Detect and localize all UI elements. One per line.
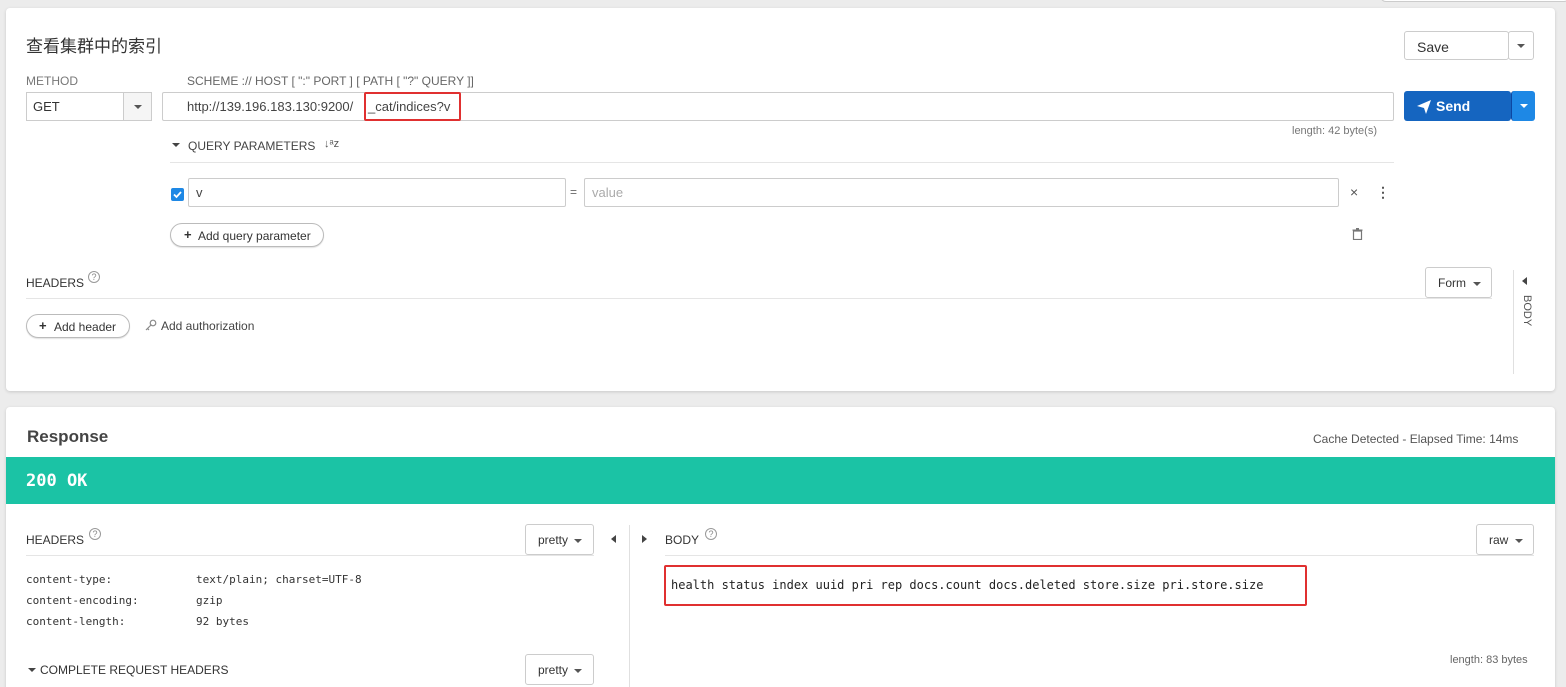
body-format-label: raw — [1489, 533, 1509, 547]
top-right-partial-control — [1380, 0, 1566, 2]
header-row-content-type: content-type: text/plain; charset=UTF-8 — [26, 573, 362, 586]
query-params-label: QUERY PARAMETERS — [188, 139, 316, 153]
header-name: content-length: — [26, 615, 126, 628]
param-checkbox[interactable] — [171, 188, 184, 201]
caret-down-icon — [28, 668, 36, 672]
add-header-label: Add header — [54, 320, 117, 334]
response-headers-help-icon[interactable]: ? — [89, 528, 101, 540]
param-name-value: v — [196, 185, 203, 200]
response-panel: Response Cache Detected - Elapsed Time: … — [6, 407, 1555, 687]
trash-icon[interactable] — [1352, 228, 1363, 241]
complete-headers-format-select[interactable]: pretty — [525, 654, 594, 685]
chevron-down-icon — [574, 669, 582, 673]
chevron-down-icon — [1520, 104, 1528, 108]
send-button-label: Send — [1436, 98, 1471, 114]
plus-icon: + — [184, 227, 192, 242]
remove-param-icon[interactable]: × — [1350, 184, 1358, 200]
header-value: gzip — [196, 594, 223, 607]
response-body-help-icon[interactable]: ? — [705, 528, 717, 540]
response-body-highlight: health status index uuid pri rep docs.co… — [664, 565, 1307, 606]
chevron-down-icon — [1473, 282, 1481, 286]
complete-request-headers-label: COMPLETE REQUEST HEADERS — [40, 663, 229, 677]
header-name: content-encoding: — [26, 594, 139, 607]
response-headers-label: HEADERS — [26, 533, 85, 547]
body-side-toggle[interactable]: BODY — [1516, 274, 1538, 344]
header-row-content-length: content-length: 92 bytes — [26, 615, 249, 628]
headers-format-label: pretty — [538, 533, 569, 547]
url-host-text: http://139.196.183.130:9200/ — [187, 99, 354, 114]
form-label: Form — [1438, 276, 1466, 290]
query-params-divider — [170, 162, 1394, 163]
url-path-highlight: _cat/indices?v — [364, 92, 461, 121]
chevron-down-icon — [1515, 539, 1523, 543]
cache-status-text: Cache Detected - Elapsed Time: 14ms — [1313, 432, 1519, 446]
add-query-param-button[interactable]: + Add query parameter — [170, 223, 324, 247]
body-side-label: BODY — [1521, 295, 1533, 327]
column-divider — [629, 525, 630, 687]
response-body-divider — [665, 555, 1534, 556]
response-headers-divider — [26, 555, 594, 556]
chevron-down-icon — [574, 539, 582, 543]
caret-left-icon — [1522, 277, 1527, 285]
response-body-label: BODY — [665, 533, 700, 547]
header-value: text/plain; charset=UTF-8 — [196, 573, 362, 586]
status-bar: 200 OK — [6, 457, 1555, 504]
save-button-label: Save — [1417, 39, 1449, 55]
request-panel: 查看集群中的索引 Save METHOD GET SCHEME :// HOST… — [6, 8, 1555, 391]
response-body-length: length: 83 bytes — [1450, 654, 1528, 666]
caret-down-icon — [172, 143, 180, 147]
param-value-input[interactable]: value — [584, 178, 1339, 207]
checkmark-icon — [173, 191, 182, 199]
collapse-left-icon[interactable] — [611, 535, 616, 543]
param-name-input[interactable]: v — [188, 178, 566, 207]
response-body-text: health status index uuid pri rep docs.co… — [671, 578, 1264, 592]
send-button[interactable]: Send — [1404, 91, 1511, 121]
query-params-toggle[interactable]: QUERY PARAMETERS ↓ᵃz — [172, 138, 352, 154]
method-select[interactable]: GET — [26, 92, 152, 121]
param-more-icon[interactable]: ⋮ — [1376, 184, 1390, 201]
header-value: 92 bytes — [196, 615, 249, 628]
key-icon — [145, 319, 157, 331]
save-options-button[interactable] — [1508, 31, 1534, 60]
url-scheme-hint: SCHEME :// HOST [ ":" PORT ] [ PATH [ "?… — [187, 74, 474, 88]
headers-divider — [26, 298, 1492, 299]
request-title: 查看集群中的索引 — [26, 37, 162, 56]
complete-format-label: pretty — [538, 663, 569, 677]
send-options-button[interactable] — [1511, 91, 1535, 121]
url-input[interactable]: http://139.196.183.130:9200/ _cat/indice… — [162, 92, 1394, 121]
body-format-select[interactable]: raw — [1476, 524, 1534, 555]
add-authorization-link[interactable]: Add authorization — [145, 318, 265, 334]
param-value-placeholder: value — [592, 185, 624, 200]
add-authorization-label: Add authorization — [161, 319, 255, 333]
plus-icon: + — [39, 318, 47, 333]
add-header-button[interactable]: + Add header — [26, 314, 130, 338]
param-equals-sign: = — [570, 185, 578, 199]
method-label: METHOD — [26, 74, 78, 88]
complete-request-headers-toggle[interactable]: COMPLETE REQUEST HEADERS — [26, 663, 246, 679]
header-row-content-encoding: content-encoding: gzip — [26, 594, 223, 607]
chevron-down-icon — [134, 105, 142, 109]
add-query-param-label: Add query parameter — [198, 229, 311, 243]
expand-right-icon[interactable] — [642, 535, 647, 543]
body-side-divider — [1513, 270, 1514, 374]
save-button[interactable]: Save — [1404, 31, 1509, 60]
send-icon — [1417, 100, 1431, 114]
method-dropdown-arrow — [123, 93, 151, 120]
header-name: content-type: — [26, 573, 113, 586]
headers-form-select[interactable]: Form — [1425, 267, 1492, 298]
headers-format-select[interactable]: pretty — [525, 524, 594, 555]
headers-help-icon[interactable]: ? — [88, 271, 100, 283]
chevron-down-icon — [1517, 44, 1525, 48]
response-title: Response — [27, 427, 109, 446]
url-path-text: _cat/indices?v — [368, 99, 451, 114]
method-value: GET — [33, 99, 60, 114]
headers-label: HEADERS — [26, 276, 85, 290]
status-text: 200 OK — [26, 471, 88, 491]
sort-az-icon[interactable]: ↓ᵃz — [324, 138, 339, 150]
url-length-text: length: 42 byte(s) — [1292, 125, 1377, 137]
